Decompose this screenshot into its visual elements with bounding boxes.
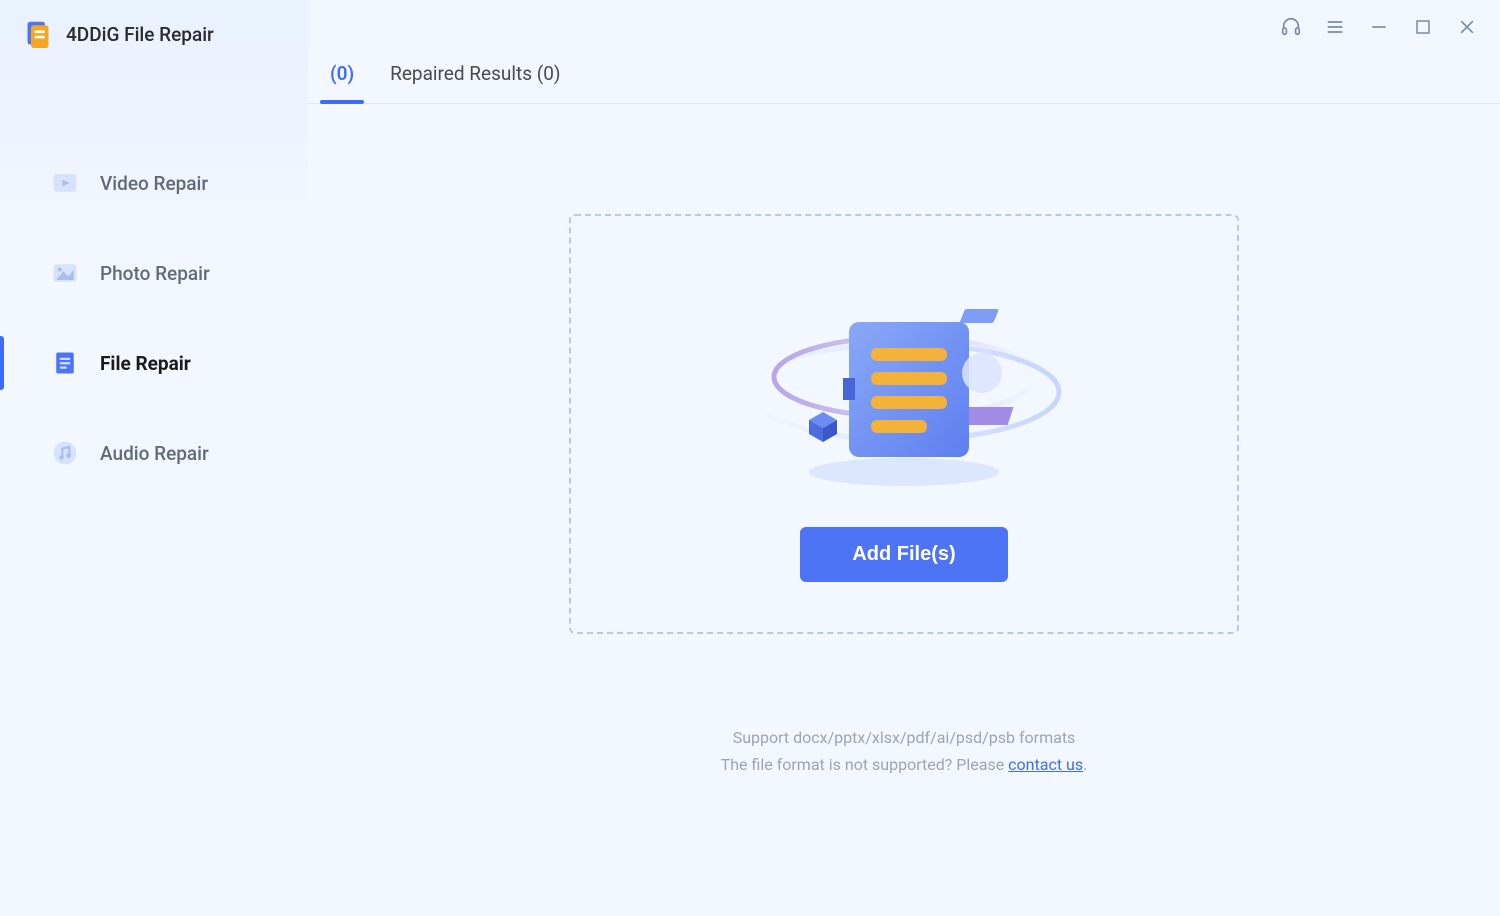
support-icon[interactable]	[1280, 16, 1302, 38]
sidebar-item-audio[interactable]: Audio Repair	[0, 408, 308, 498]
sidebar-item-label: File Repair	[100, 352, 191, 375]
dropzone-illustration	[724, 267, 1084, 507]
sidebar-item-file[interactable]: File Repair	[0, 318, 308, 408]
file-dropzone[interactable]: Add File(s)	[569, 214, 1239, 634]
app-logo-icon	[24, 20, 52, 48]
sidebar-item-label: Audio Repair	[100, 442, 209, 465]
photo-icon	[50, 258, 80, 288]
sidebar-item-video[interactable]: Video Repair	[0, 138, 308, 228]
maximize-icon[interactable]	[1412, 16, 1434, 38]
add-files-button[interactable]: Add File(s)	[800, 527, 1007, 582]
contact-us-link[interactable]: contact us	[1008, 755, 1083, 774]
window-controls	[1280, 16, 1478, 38]
support-text: Support docx/pptx/xlsx/pdf/ai/psd/psb fo…	[721, 724, 1088, 778]
content-area: Add File(s) Support docx/pptx/xlsx/pdf/a…	[308, 104, 1500, 916]
support-formats-line: Support docx/pptx/xlsx/pdf/ai/psd/psb fo…	[721, 724, 1088, 751]
tab-repaired[interactable]: Repaired Results (0)	[372, 44, 578, 103]
main-panel: (0) Repaired Results (0)	[308, 0, 1500, 916]
support-contact-line: The file format is not supported? Please…	[721, 751, 1088, 778]
sidebar: 4DDiG File Repair Video Repair Photo Rep…	[0, 0, 308, 916]
audio-icon	[50, 438, 80, 468]
tabs-bar: (0) Repaired Results (0)	[308, 44, 1500, 104]
sidebar-item-photo[interactable]: Photo Repair	[0, 228, 308, 318]
minimize-icon[interactable]	[1368, 16, 1390, 38]
sidebar-item-label: Video Repair	[100, 172, 208, 195]
menu-icon[interactable]	[1324, 16, 1346, 38]
close-icon[interactable]	[1456, 16, 1478, 38]
tab-label: Repaired Results (0)	[390, 62, 560, 85]
file-icon	[50, 348, 80, 378]
app-logo-row: 4DDiG File Repair	[0, 20, 308, 48]
app-title: 4DDiG File Repair	[66, 23, 214, 46]
tab-pending[interactable]: (0)	[312, 44, 372, 103]
tab-label: (0)	[330, 62, 354, 85]
sidebar-item-label: Photo Repair	[100, 262, 210, 285]
video-icon	[50, 168, 80, 198]
